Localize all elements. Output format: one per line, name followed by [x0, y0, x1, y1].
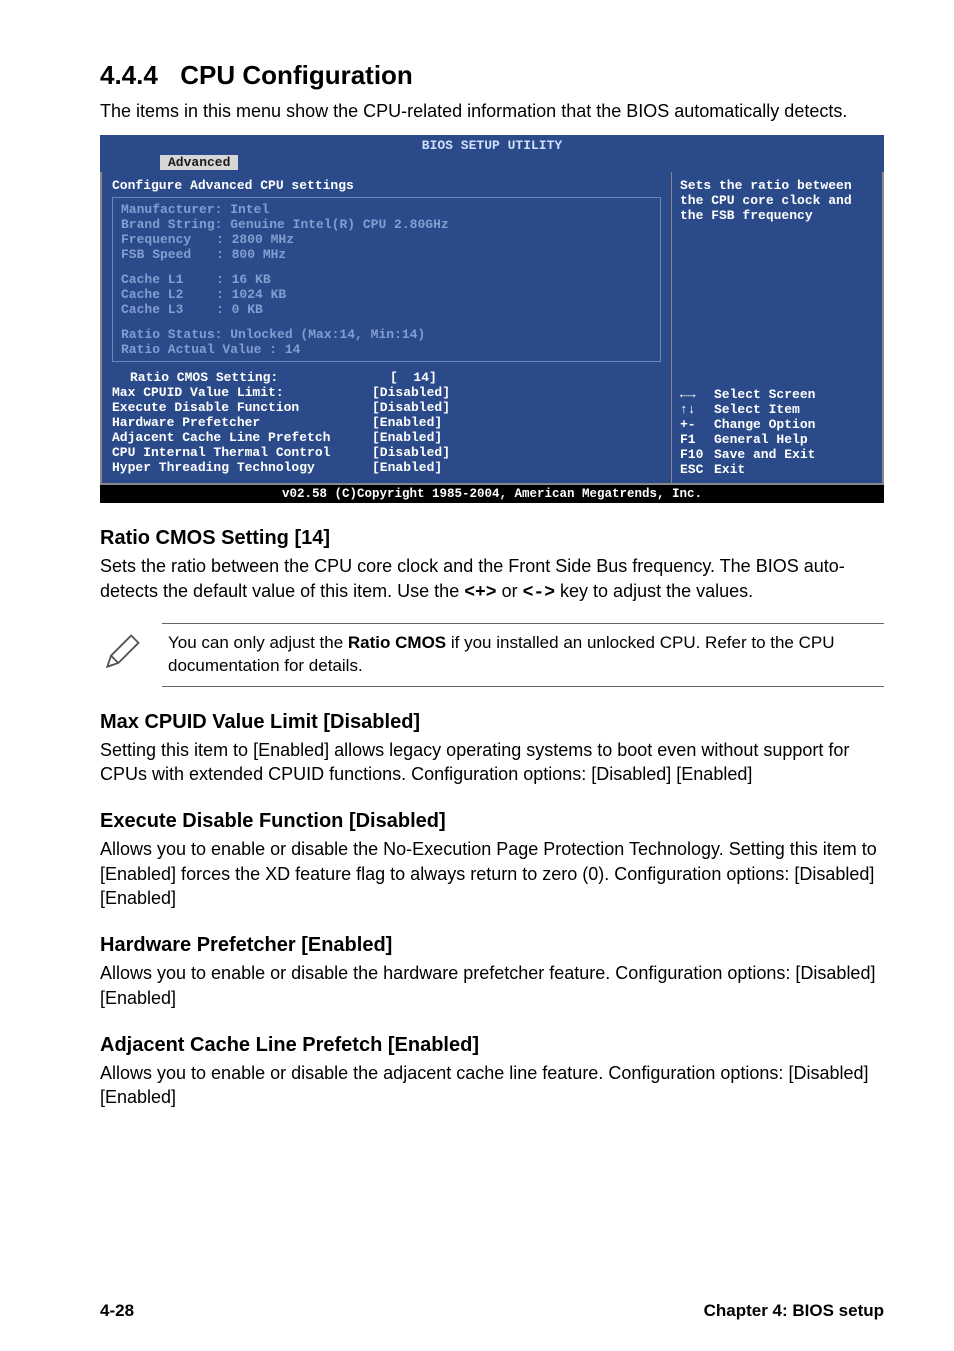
setting-row[interactable]: Ratio CMOS Setting:[ 14]	[112, 370, 661, 385]
info-l1: Cache L1: 16 KB	[121, 272, 652, 287]
max-cpuid-head: Max CPUID Value Limit [Disabled]	[100, 711, 884, 734]
bios-body: Configure Advanced CPU settings Manufact…	[100, 172, 884, 485]
tab-advanced[interactable]: Advanced	[160, 155, 238, 170]
key-help-row: ESCExit	[680, 462, 874, 477]
section-number: 4.4.4	[100, 60, 158, 91]
key-symbol: F10	[680, 447, 714, 462]
key-symbol: ESC	[680, 462, 714, 477]
key-desc: Change Option	[714, 417, 815, 432]
key-help-row: F1General Help	[680, 432, 874, 447]
setting-row[interactable]: Execute Disable Function[Disabled]	[112, 400, 661, 415]
exec-disable-head: Execute Disable Function [Disabled]	[100, 810, 884, 833]
cpu-info-box: Manufacturer: Intel Brand String: Genuin…	[112, 197, 661, 362]
bios-footer: v02.58 (C)Copyright 1985-2004, American …	[100, 485, 884, 503]
info-l2: Cache L2: 1024 KB	[121, 287, 652, 302]
setting-label: CPU Internal Thermal Control	[112, 445, 372, 460]
setting-value: [Disabled]	[372, 400, 450, 415]
intro-text: The items in this menu show the CPU-rela…	[100, 99, 884, 123]
page-number: 4-28	[100, 1301, 134, 1321]
info-l3: Cache L3: 0 KB	[121, 302, 652, 317]
key-help-row: +-Change Option	[680, 417, 874, 432]
key-help-row: ←→Select Screen	[680, 387, 874, 402]
bios-tab-bar: Advanced	[100, 153, 884, 172]
bios-window: BIOS SETUP UTILITY Advanced Configure Ad…	[100, 135, 884, 503]
bios-right-pane: Sets the ratio between the CPU core cloc…	[672, 172, 882, 483]
setting-value: [Disabled]	[372, 445, 450, 460]
key-minus: <->	[523, 583, 555, 603]
note-text: You can only adjust the Ratio CMOS if yo…	[162, 623, 884, 687]
info-fsb: FSB Speed: 800 MHz	[121, 247, 652, 262]
info-brand: Brand String: Genuine Intel(R) CPU 2.80G…	[121, 217, 652, 232]
note-box: You can only adjust the Ratio CMOS if yo…	[100, 623, 884, 687]
key-help-row: ↑↓Select Item	[680, 402, 874, 417]
bios-title: BIOS SETUP UTILITY	[100, 135, 884, 153]
key-desc: Select Screen	[714, 387, 815, 402]
setting-row[interactable]: CPU Internal Thermal Control[Disabled]	[112, 445, 661, 460]
setting-row[interactable]: Max CPUID Value Limit:[Disabled]	[112, 385, 661, 400]
section-title: CPU Configuration	[180, 60, 413, 91]
setting-label: Hyper Threading Technology	[112, 460, 372, 475]
setting-value: [ 14]	[390, 370, 437, 385]
bios-settings-list: Ratio CMOS Setting:[ 14]Max CPUID Value …	[112, 370, 661, 475]
key-desc: Save and Exit	[714, 447, 815, 462]
setting-label: Max CPUID Value Limit:	[112, 385, 372, 400]
setting-row[interactable]: Hardware Prefetcher[Enabled]	[112, 415, 661, 430]
key-help-row: F10Save and Exit	[680, 447, 874, 462]
setting-label: Adjacent Cache Line Prefetch	[112, 430, 372, 445]
adj-cache-head: Adjacent Cache Line Prefetch [Enabled]	[100, 1034, 884, 1057]
key-plus: <+>	[464, 583, 496, 603]
exec-disable-body: Allows you to enable or disable the No-E…	[100, 837, 884, 910]
setting-value: [Enabled]	[372, 415, 442, 430]
adj-cache-body: Allows you to enable or disable the adja…	[100, 1061, 884, 1110]
key-symbol: ←→	[680, 387, 714, 402]
setting-label: Execute Disable Function	[112, 400, 372, 415]
key-help: ←→Select Screen↑↓Select Item+-Change Opt…	[680, 387, 874, 477]
info-ratio-actual: Ratio Actual Value : 14	[121, 342, 652, 357]
info-manufacturer: Manufacturer: Intel	[121, 202, 652, 217]
setting-value: [Disabled]	[372, 385, 450, 400]
setting-label: Hardware Prefetcher	[112, 415, 372, 430]
note-bold: Ratio CMOS	[348, 633, 446, 652]
info-frequency: Frequency: 2800 MHz	[121, 232, 652, 247]
bios-left-pane: Configure Advanced CPU settings Manufact…	[102, 172, 672, 483]
key-desc: Select Item	[714, 402, 800, 417]
key-desc: Exit	[714, 462, 745, 477]
max-cpuid-body: Setting this item to [Enabled] allows le…	[100, 738, 884, 787]
key-symbol: ↑↓	[680, 402, 714, 417]
setting-value: [Enabled]	[372, 460, 442, 475]
page-footer: 4-28 Chapter 4: BIOS setup	[100, 1301, 884, 1321]
pencil-icon	[100, 630, 144, 679]
key-symbol: F1	[680, 432, 714, 447]
ratio-cmos-head: Ratio CMOS Setting [14]	[100, 527, 884, 550]
chapter-label: Chapter 4: BIOS setup	[704, 1301, 884, 1321]
setting-row[interactable]: Adjacent Cache Line Prefetch[Enabled]	[112, 430, 661, 445]
ratio-cmos-body: Sets the ratio between the CPU core cloc…	[100, 554, 884, 605]
hw-prefetch-head: Hardware Prefetcher [Enabled]	[100, 934, 884, 957]
cfg-header: Configure Advanced CPU settings	[112, 178, 661, 193]
setting-row[interactable]: Hyper Threading Technology[Enabled]	[112, 460, 661, 475]
key-desc: General Help	[714, 432, 808, 447]
context-help: Sets the ratio between the CPU core cloc…	[680, 178, 874, 223]
hw-prefetch-body: Allows you to enable or disable the hard…	[100, 961, 884, 1010]
setting-label: Ratio CMOS Setting:	[130, 370, 390, 385]
key-symbol: +-	[680, 417, 714, 432]
setting-value: [Enabled]	[372, 430, 442, 445]
section-heading: 4.4.4 CPU Configuration	[100, 60, 884, 91]
info-ratio-status: Ratio Status: Unlocked (Max:14, Min:14)	[121, 327, 652, 342]
